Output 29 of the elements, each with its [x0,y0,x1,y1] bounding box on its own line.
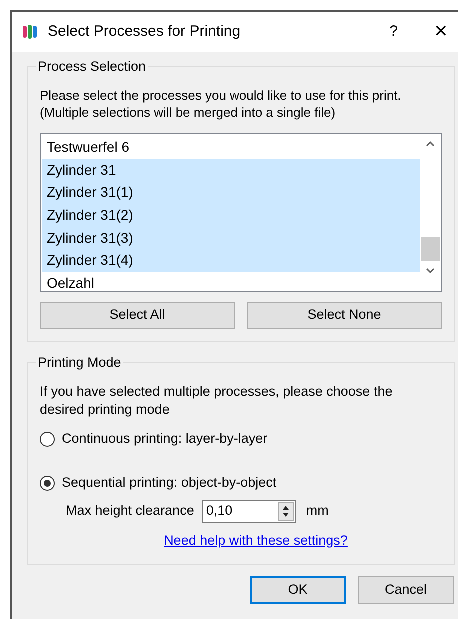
app-logo-icon [22,24,38,40]
list-item[interactable]: Testwuerfel 6 [42,136,420,159]
select-button[interactable]: Select All [40,302,235,329]
instruction-text: If you have selected multiple processes, please choose the desired printing mode [40,383,394,419]
scroll-down-icon[interactable] [426,268,435,274]
list-item[interactable]: Zylinder 31(1) [42,181,420,204]
select-button[interactable]: Select None [247,302,442,329]
window-title: Select Processes for Printing [48,22,241,42]
instruction-text: Please select the processes you would like to use for this print. (Multiple selections will be merged into a single file) [40,87,402,121]
spin-arrows-icon[interactable] [278,502,294,520]
list-item[interactable]: Oelzahl [42,272,420,295]
radio-label: Continuous printing: layer-by-layer [62,430,268,448]
dialog-button[interactable]: Cancel [358,576,454,604]
help-button[interactable]: ? [390,20,398,44]
help-link[interactable]: Need help with these settings? [164,530,348,551]
list-item[interactable]: Zylinder 31(2) [42,204,420,227]
scroll-up-icon[interactable] [426,141,435,147]
radio-button[interactable] [40,476,55,491]
unit-label: mm [306,502,329,520]
list-item[interactable]: Zylinder 31(3) [42,226,420,250]
list-item[interactable]: Zylinder 31(4) [42,249,420,272]
close-button[interactable]: ✕ [434,19,448,45]
radio-label: Sequential printing: object-by-object [62,474,277,492]
spin-box[interactable]: 0,10 [202,500,296,522]
list-item[interactable]: Zylinder 31 [42,158,420,182]
scroll-thumb[interactable] [421,237,440,261]
radio-button[interactable] [40,432,55,447]
field-label: Max height clearance [66,502,194,520]
dialog-button[interactable]: OK [250,576,346,604]
